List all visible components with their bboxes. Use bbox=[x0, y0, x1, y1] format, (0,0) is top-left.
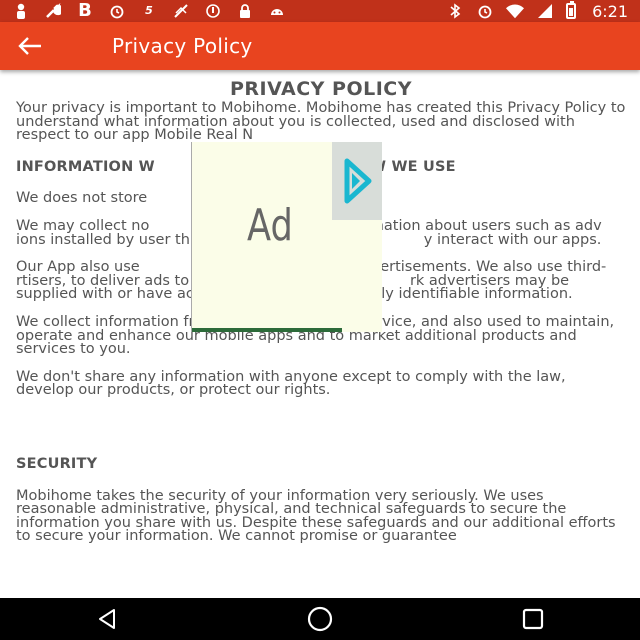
s5-icon: 5 bbox=[145, 4, 153, 17]
alarm-icon bbox=[108, 2, 126, 20]
paragraph-5: We don't share any information with anyo… bbox=[16, 368, 566, 399]
nav-back-button[interactable] bbox=[67, 598, 147, 640]
alarm-icon bbox=[476, 2, 494, 20]
recents-square-icon bbox=[523, 608, 544, 630]
signal-icon bbox=[536, 2, 554, 20]
ad-label: Ad bbox=[247, 200, 293, 251]
b-icon: B bbox=[78, 0, 92, 21]
ad-choices-button[interactable] bbox=[332, 142, 382, 220]
document-title: PRIVACY POLICY bbox=[229, 78, 413, 100]
home-circle-icon bbox=[307, 606, 333, 632]
page-title: Privacy Policy bbox=[112, 34, 253, 58]
status-bar: B 5 6:21 bbox=[0, 0, 640, 22]
back-triangle-icon bbox=[98, 609, 115, 629]
clock: 6:21 bbox=[592, 1, 628, 21]
section-heading-security: SECURITY bbox=[16, 455, 98, 472]
ad-progress-bar bbox=[192, 328, 342, 332]
navigation-bar bbox=[0, 598, 640, 640]
android-icon bbox=[268, 2, 286, 20]
nav-home-button[interactable] bbox=[280, 598, 360, 640]
intro-paragraph: Your privacy is important to Mobihome. M… bbox=[16, 100, 626, 144]
wifi-icon bbox=[506, 2, 525, 20]
no-connection-icon bbox=[172, 2, 190, 20]
back-button[interactable] bbox=[0, 22, 60, 70]
wrench-icon bbox=[44, 2, 62, 20]
battery-icon bbox=[566, 1, 577, 19]
status-right-icons: 6:21 bbox=[446, 1, 628, 21]
ad-banner[interactable]: Ad bbox=[191, 142, 382, 332]
status-left-icons: B 5 bbox=[12, 2, 286, 20]
nav-recents-button[interactable] bbox=[493, 598, 573, 640]
play-icon bbox=[344, 158, 372, 204]
bluetooth-icon bbox=[446, 2, 464, 20]
arrow-left-icon bbox=[18, 37, 41, 55]
app-bar: Privacy Policy bbox=[0, 22, 640, 70]
lock-icon bbox=[236, 2, 254, 20]
paragraph-6: Mobihome takes the security of your info… bbox=[16, 487, 616, 545]
info-icon bbox=[204, 2, 222, 20]
person-icon bbox=[12, 2, 30, 20]
